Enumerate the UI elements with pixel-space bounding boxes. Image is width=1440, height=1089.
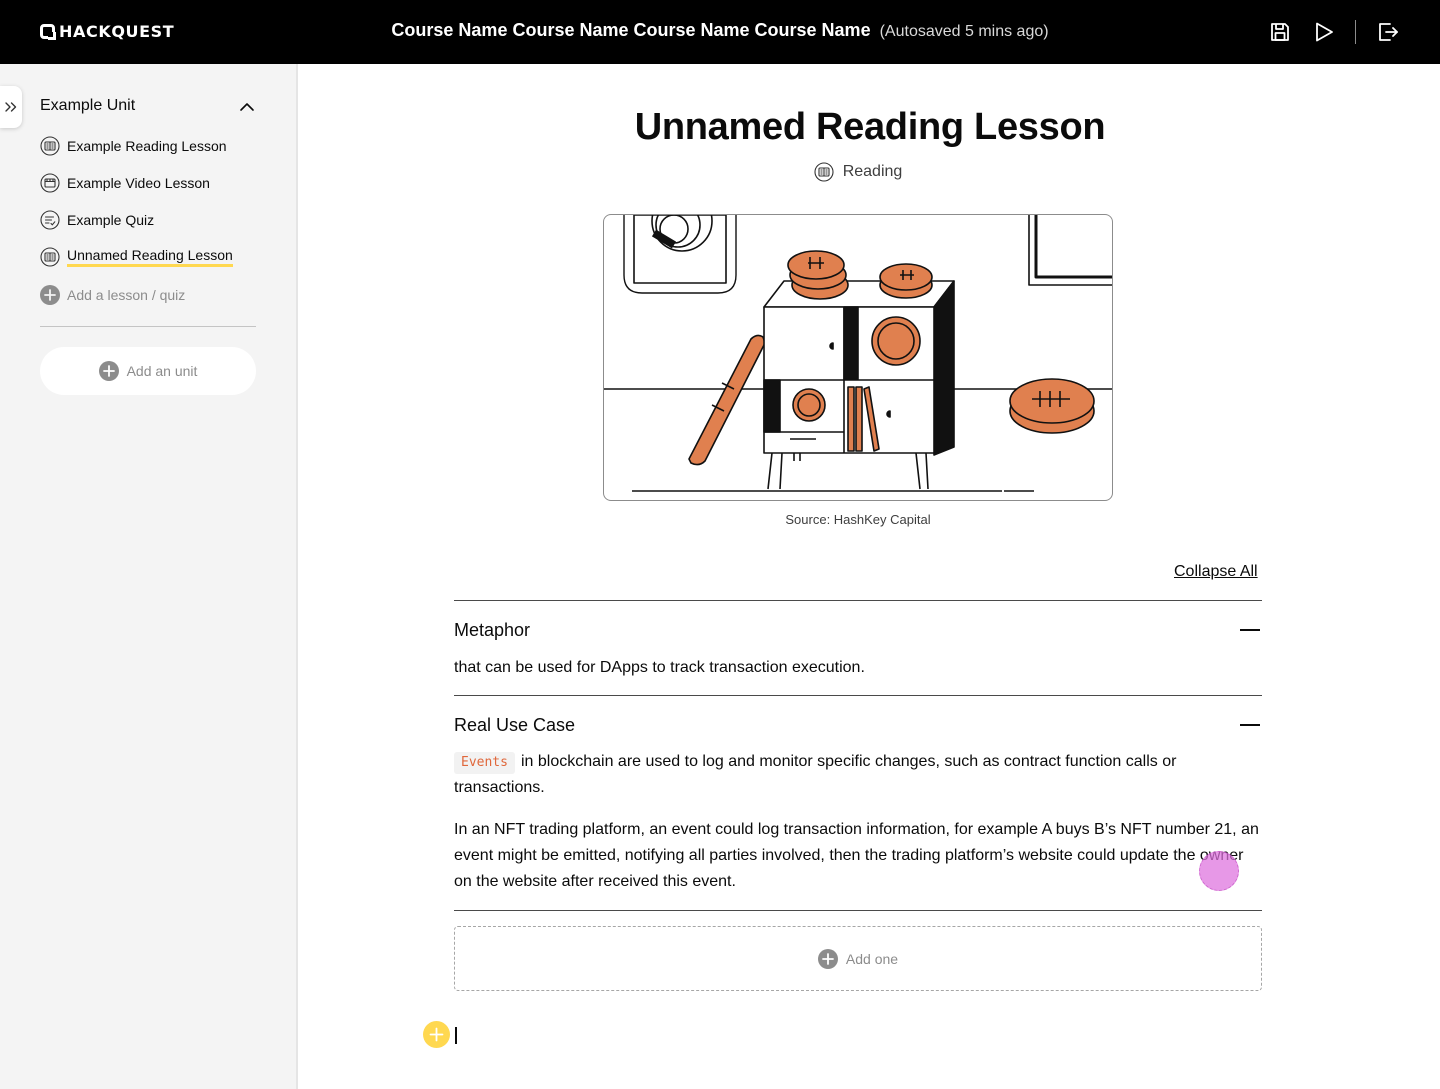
- course-title: Course Name Course Name Course Name Cour…: [0, 20, 1440, 41]
- collapse-section-minus-icon[interactable]: [1240, 629, 1260, 631]
- video-icon: [40, 173, 60, 193]
- section-body-metaphor[interactable]: that can be used for DApps to track tran…: [454, 655, 1262, 681]
- play-icon[interactable]: [1312, 20, 1336, 44]
- sidebar-lesson-example-reading[interactable]: Example Reading Lesson: [40, 135, 227, 157]
- section-divider: [454, 600, 1262, 601]
- add-lesson-label: Add a lesson / quiz: [67, 287, 186, 303]
- collapse-all-link[interactable]: Collapse All: [1174, 563, 1258, 581]
- section-divider: [454, 695, 1262, 696]
- save-icon[interactable]: [1268, 20, 1292, 44]
- collapse-section-minus-icon[interactable]: [1240, 724, 1260, 726]
- chevron-up-icon[interactable]: [238, 98, 256, 116]
- plus-circle-icon: [98, 361, 119, 381]
- add-unit-label: Add an unit: [126, 363, 198, 379]
- add-lesson-quiz-button[interactable]: Add a lesson / quiz: [40, 284, 185, 306]
- plus-circle-icon: [817, 948, 838, 969]
- text-caret: [455, 1027, 457, 1044]
- mouse-cursor-indicator: [1199, 851, 1239, 891]
- reading-icon: [40, 247, 60, 267]
- image-caption: Source: HashKey Capital: [785, 512, 931, 527]
- sidebar-lesson-unnamed-reading[interactable]: Unnamed Reading Lesson: [40, 246, 233, 268]
- add-one-label: Add one: [845, 950, 899, 967]
- autosave-status: (Autosaved 5 mins ago): [879, 23, 1049, 40]
- reading-icon: [40, 136, 60, 156]
- exit-icon[interactable]: [1376, 20, 1400, 44]
- sidebar-lesson-example-quiz[interactable]: Example Quiz: [40, 209, 154, 231]
- sidebar-lesson-label: Unnamed Reading Lesson: [67, 247, 233, 267]
- section-paragraph: In an NFT trading platform, an event cou…: [454, 821, 1259, 890]
- lesson-title[interactable]: Unnamed Reading Lesson: [300, 106, 1440, 149]
- insert-block-button[interactable]: [423, 1021, 450, 1048]
- course-outline-sidebar: Example Unit Example Reading Lesson Exam…: [0, 64, 298, 1089]
- section-title-metaphor[interactable]: Metaphor: [454, 620, 530, 641]
- top-bar: HACKQUEST Course Name Course Name Course…: [0, 0, 1440, 64]
- sidebar-lesson-label: Example Video Lesson: [67, 175, 210, 191]
- expand-sidebar-button[interactable]: [0, 86, 22, 128]
- add-one-section-button[interactable]: Add one: [454, 926, 1262, 991]
- inline-code-chip: Events: [454, 752, 515, 774]
- sidebar-lesson-label: Example Reading Lesson: [67, 138, 227, 154]
- sidebar-lesson-example-video[interactable]: Example Video Lesson: [40, 172, 210, 194]
- cabinet-coins-illustration: [604, 215, 1112, 492]
- lesson-type-label: Reading: [842, 163, 903, 180]
- section-title-real-use-case[interactable]: Real Use Case: [454, 715, 575, 736]
- sidebar-divider: [40, 326, 256, 327]
- section-paragraph: that can be used for DApps to track tran…: [454, 659, 865, 676]
- quiz-icon: [40, 210, 60, 230]
- toolbar-divider: [1355, 20, 1356, 44]
- section-divider: [454, 910, 1262, 911]
- section-body-real-use-case[interactable]: Events in blockchain are used to log and …: [454, 749, 1262, 895]
- add-unit-button[interactable]: Add an unit: [40, 347, 256, 395]
- lesson-illustration[interactable]: [603, 214, 1113, 501]
- sidebar-lesson-label: Example Quiz: [67, 212, 155, 228]
- lesson-type: Reading: [300, 162, 1416, 182]
- plus-circle-icon: [40, 285, 60, 305]
- paragraph-text: in blockchain are used to log and monito…: [454, 753, 1177, 796]
- double-chevron-right-icon: [5, 102, 17, 112]
- reading-icon: [814, 162, 834, 182]
- course-name: Course Name Course Name Course Name Cour…: [391, 20, 871, 40]
- plus-icon: [429, 1027, 444, 1042]
- section-paragraph: Events in blockchain are used to log and …: [454, 749, 1262, 801]
- unit-title[interactable]: Example Unit: [40, 97, 135, 115]
